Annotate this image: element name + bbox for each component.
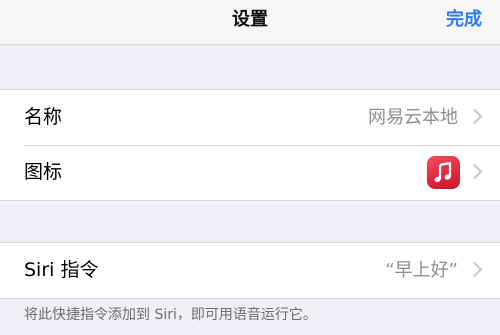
chevron-right-icon	[466, 108, 483, 125]
name-value: 网易云本地	[368, 107, 458, 128]
name-row[interactable]: 名称 网易云本地	[0, 90, 500, 145]
name-label: 名称	[24, 106, 63, 128]
done-button[interactable]: 完成	[446, 0, 482, 44]
icon-row[interactable]: 图标	[0, 145, 500, 200]
siri-group: Siri 指令 “早上好”	[0, 242, 500, 299]
icon-label: 图标	[24, 161, 63, 183]
page-title: 设置	[232, 9, 268, 30]
chevron-right-icon	[466, 261, 483, 278]
navigation-bar: 设置 完成	[0, 0, 500, 45]
siri-phrase-value: “早上好”	[385, 260, 458, 281]
siri-footer-note: 将此快捷指令添加到 Siri，即可用语音运行它。	[24, 307, 317, 323]
settings-group: 名称 网易云本地 图标	[0, 89, 500, 201]
music-note-icon	[427, 156, 460, 189]
music-note-glyph	[434, 161, 452, 183]
chevron-right-icon	[466, 163, 483, 180]
siri-label: Siri 指令	[24, 259, 99, 281]
siri-row[interactable]: Siri 指令 “早上好”	[0, 243, 500, 298]
